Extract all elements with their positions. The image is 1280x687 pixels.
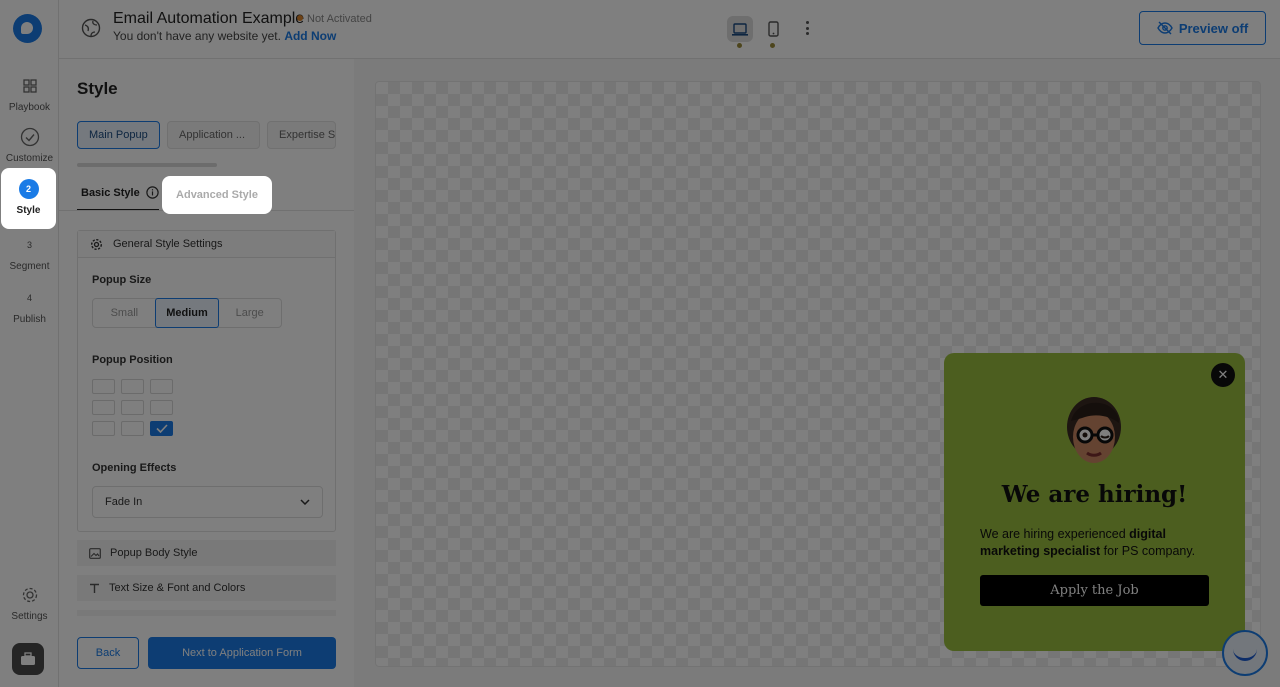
next-button[interactable]: Next to Application Form bbox=[148, 637, 336, 669]
popup-title: We are hiring! bbox=[1001, 481, 1188, 508]
tab-advanced-style[interactable]: Advanced Style bbox=[162, 176, 272, 214]
apply-job-button[interactable]: Apply the Job bbox=[980, 575, 1209, 606]
back-button[interactable]: Back bbox=[77, 637, 139, 669]
section-title: General Style Settings bbox=[113, 238, 223, 250]
more-options-icon[interactable] bbox=[802, 18, 812, 38]
close-icon[interactable]: ✕ bbox=[1211, 363, 1235, 387]
popup-size-selector: Small Medium Large bbox=[92, 298, 282, 328]
body-suffix: for PS company. bbox=[1100, 544, 1196, 558]
rail-item-segment[interactable]: 3 Segment bbox=[0, 235, 59, 272]
position-bottom-center[interactable] bbox=[121, 421, 144, 436]
status-badge: Not Activated bbox=[297, 13, 372, 25]
rail-item-playbook[interactable]: Playbook bbox=[0, 76, 59, 113]
step-number: 4 bbox=[26, 293, 32, 303]
size-large-option[interactable]: Large bbox=[218, 299, 281, 327]
popup-body-style-section[interactable]: Popup Body Style bbox=[77, 540, 336, 566]
rail-item-label: Publish bbox=[13, 314, 46, 325]
status-text: Not Activated bbox=[307, 13, 372, 25]
site-subtitle: You don't have any website yet. Add Now bbox=[113, 29, 336, 43]
laptop-icon bbox=[732, 22, 748, 36]
left-rail: Playbook Customize 3 Segment 4 Publish S… bbox=[0, 0, 59, 687]
tabs-scrollbar[interactable] bbox=[77, 163, 217, 167]
tab-application[interactable]: Application ... bbox=[167, 121, 260, 149]
briefcase-icon bbox=[21, 652, 35, 665]
gear-icon bbox=[90, 238, 103, 250]
app-logo[interactable] bbox=[13, 14, 42, 43]
rail-item-label: Settings bbox=[11, 611, 48, 622]
rail-item-publish[interactable]: 4 Publish bbox=[0, 288, 59, 325]
popup-preview: ✕ We are hiring! We are hiring experienc… bbox=[944, 353, 1245, 651]
style-panel: Style Main Popup Application ... Experti… bbox=[59, 59, 354, 687]
briefcase-button[interactable] bbox=[12, 643, 44, 675]
tab-label: Basic Style bbox=[81, 186, 140, 199]
opening-effects-label: Opening Effects bbox=[92, 462, 177, 474]
avatar bbox=[1067, 397, 1121, 463]
rail-item-label: Segment bbox=[9, 261, 50, 272]
check-circle-icon bbox=[20, 127, 39, 147]
site-title: Email Automation Example bbox=[113, 10, 305, 27]
opening-effects-select[interactable]: Fade In bbox=[92, 486, 323, 518]
position-middle-center[interactable] bbox=[121, 400, 144, 415]
text-style-section[interactable]: Text Size & Font and Colors bbox=[77, 575, 336, 601]
phone-icon bbox=[767, 21, 779, 37]
section-title: Popup Body Style bbox=[110, 547, 198, 559]
tab-expertise[interactable]: Expertise S bbox=[267, 121, 336, 149]
popup-body-text: We are hiring experienced digital market… bbox=[980, 526, 1216, 560]
position-top-left[interactable] bbox=[92, 379, 115, 394]
section-header[interactable]: General Style Settings bbox=[78, 231, 335, 258]
check-icon bbox=[155, 424, 168, 433]
rail-item-label: Style bbox=[16, 205, 41, 216]
preview-toggle-button[interactable]: Preview off bbox=[1139, 11, 1266, 45]
rail-item-label: Playbook bbox=[8, 102, 51, 113]
general-style-settings: General Style Settings Popup Size Small … bbox=[77, 230, 336, 532]
active-dot bbox=[737, 43, 742, 48]
info-icon[interactable] bbox=[146, 186, 159, 199]
position-top-center[interactable] bbox=[121, 379, 144, 394]
grid-icon bbox=[22, 79, 37, 93]
chat-widget-button[interactable] bbox=[1222, 630, 1268, 676]
image-icon bbox=[89, 547, 101, 559]
size-medium-option[interactable]: Medium bbox=[154, 298, 220, 328]
tab-basic-style[interactable]: Basic Style bbox=[81, 186, 159, 199]
position-top-right[interactable] bbox=[150, 379, 173, 394]
position-middle-right[interactable] bbox=[150, 400, 173, 415]
no-website-text: You don't have any website yet. bbox=[113, 29, 281, 43]
popup-position-grid bbox=[92, 379, 173, 436]
rail-item-label: Customize bbox=[5, 153, 54, 164]
page-title: Style bbox=[77, 79, 118, 98]
position-bottom-right[interactable] bbox=[150, 421, 173, 436]
collapsed-section[interactable] bbox=[77, 610, 336, 616]
select-value: Fade In bbox=[105, 496, 143, 508]
tab-main-popup[interactable]: Main Popup bbox=[77, 121, 160, 149]
gear-icon bbox=[22, 587, 37, 603]
popup-position-label: Popup Position bbox=[92, 354, 173, 366]
add-now-link[interactable]: Add Now bbox=[284, 29, 336, 43]
rail-item-settings[interactable]: Settings bbox=[0, 585, 59, 622]
section-title: Text Size & Font and Colors bbox=[109, 582, 246, 594]
active-dot bbox=[770, 43, 775, 48]
top-bar: Email Automation Example Not Activated Y… bbox=[59, 0, 1280, 59]
preview-label: Preview off bbox=[1178, 20, 1249, 36]
body-prefix: We are hiring experienced bbox=[980, 527, 1130, 541]
chevron-down-icon bbox=[300, 499, 310, 505]
rail-item-customize[interactable]: Customize bbox=[0, 127, 59, 164]
globe-icon bbox=[81, 18, 101, 38]
position-middle-left[interactable] bbox=[92, 400, 115, 415]
step-number: 2 bbox=[18, 179, 39, 199]
rail-item-style[interactable]: 2 Style bbox=[1, 168, 56, 229]
eye-off-icon bbox=[1157, 21, 1173, 35]
position-bottom-left[interactable] bbox=[92, 421, 115, 436]
popup-size-label: Popup Size bbox=[92, 274, 152, 286]
mobile-view-button[interactable] bbox=[760, 16, 786, 48]
size-small-option[interactable]: Small bbox=[93, 299, 156, 327]
step-number: 3 bbox=[26, 240, 32, 250]
text-icon bbox=[90, 583, 99, 593]
desktop-view-button[interactable] bbox=[727, 16, 753, 48]
status-dot bbox=[297, 15, 303, 21]
